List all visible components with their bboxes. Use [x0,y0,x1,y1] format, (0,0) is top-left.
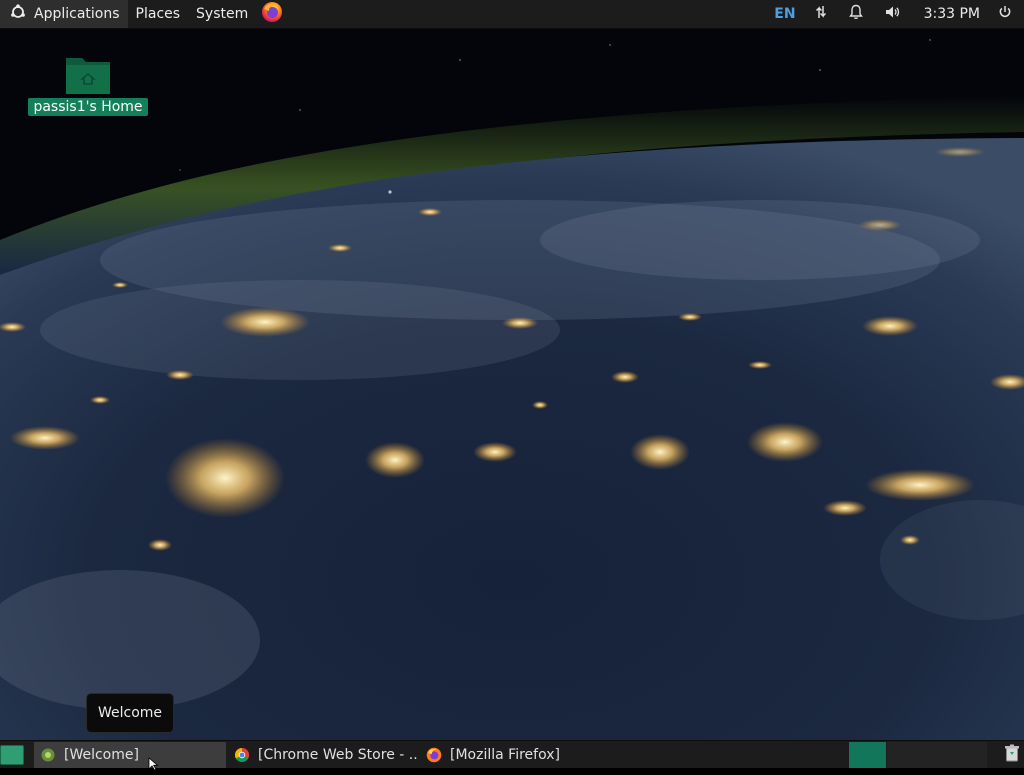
top-panel: Applications Places System EN 3:33 PM [0,0,1024,29]
taskbar-item-chrome[interactable]: [Chrome Web Store - ... [228,742,418,768]
taskbar-item-firefox[interactable]: [Mozilla Firefox] [420,742,610,768]
ubuntu-logo-icon [10,4,26,24]
keyboard-layout-indicator[interactable]: EN [762,0,803,28]
speaker-icon [884,4,900,24]
desktop-icon-home[interactable]: passis1's Home [28,52,148,116]
taskbar-item-label: [Chrome Web Store - ... [258,747,418,763]
trash-button[interactable] [1002,744,1022,766]
firefox-icon [426,747,442,763]
applications-menu-label: Applications [34,6,120,22]
taskbar-item-welcome[interactable]: [Welcome] [34,742,226,768]
places-menu[interactable]: Places [128,0,189,28]
show-desktop-button[interactable] [0,745,24,765]
notifications-button[interactable] [838,0,874,28]
taskbar-item-label: [Welcome] [64,747,139,763]
desktop-icon-label: passis1's Home [28,98,148,116]
firefox-icon [261,1,283,27]
welcome-app-icon [40,747,56,763]
home-folder-icon [64,52,112,96]
trash-icon [1004,744,1020,766]
firefox-launcher-button[interactable] [258,0,286,28]
taskbar-item-label: [Mozilla Firefox] [450,747,560,763]
applications-menu[interactable]: Applications [0,0,128,28]
taskbar-tooltip: Welcome [86,693,174,733]
system-tray: EN 3:33 PM [762,0,1024,28]
earth-at-night-wallpaper [0,0,1024,768]
bell-icon [848,4,864,24]
chrome-icon [234,747,250,763]
volume-button[interactable] [874,0,910,28]
power-icon [998,5,1012,23]
power-button[interactable] [994,0,1024,28]
network-arrows-icon [814,4,828,24]
system-menu[interactable]: System [188,0,256,28]
network-button[interactable] [804,0,838,28]
workspace-switcher-1[interactable] [849,742,886,768]
desktop-wallpaper [0,0,1024,768]
mouse-cursor-icon [148,757,160,771]
workspace-switcher-2[interactable] [887,742,987,768]
clock[interactable]: 3:33 PM [910,0,994,28]
